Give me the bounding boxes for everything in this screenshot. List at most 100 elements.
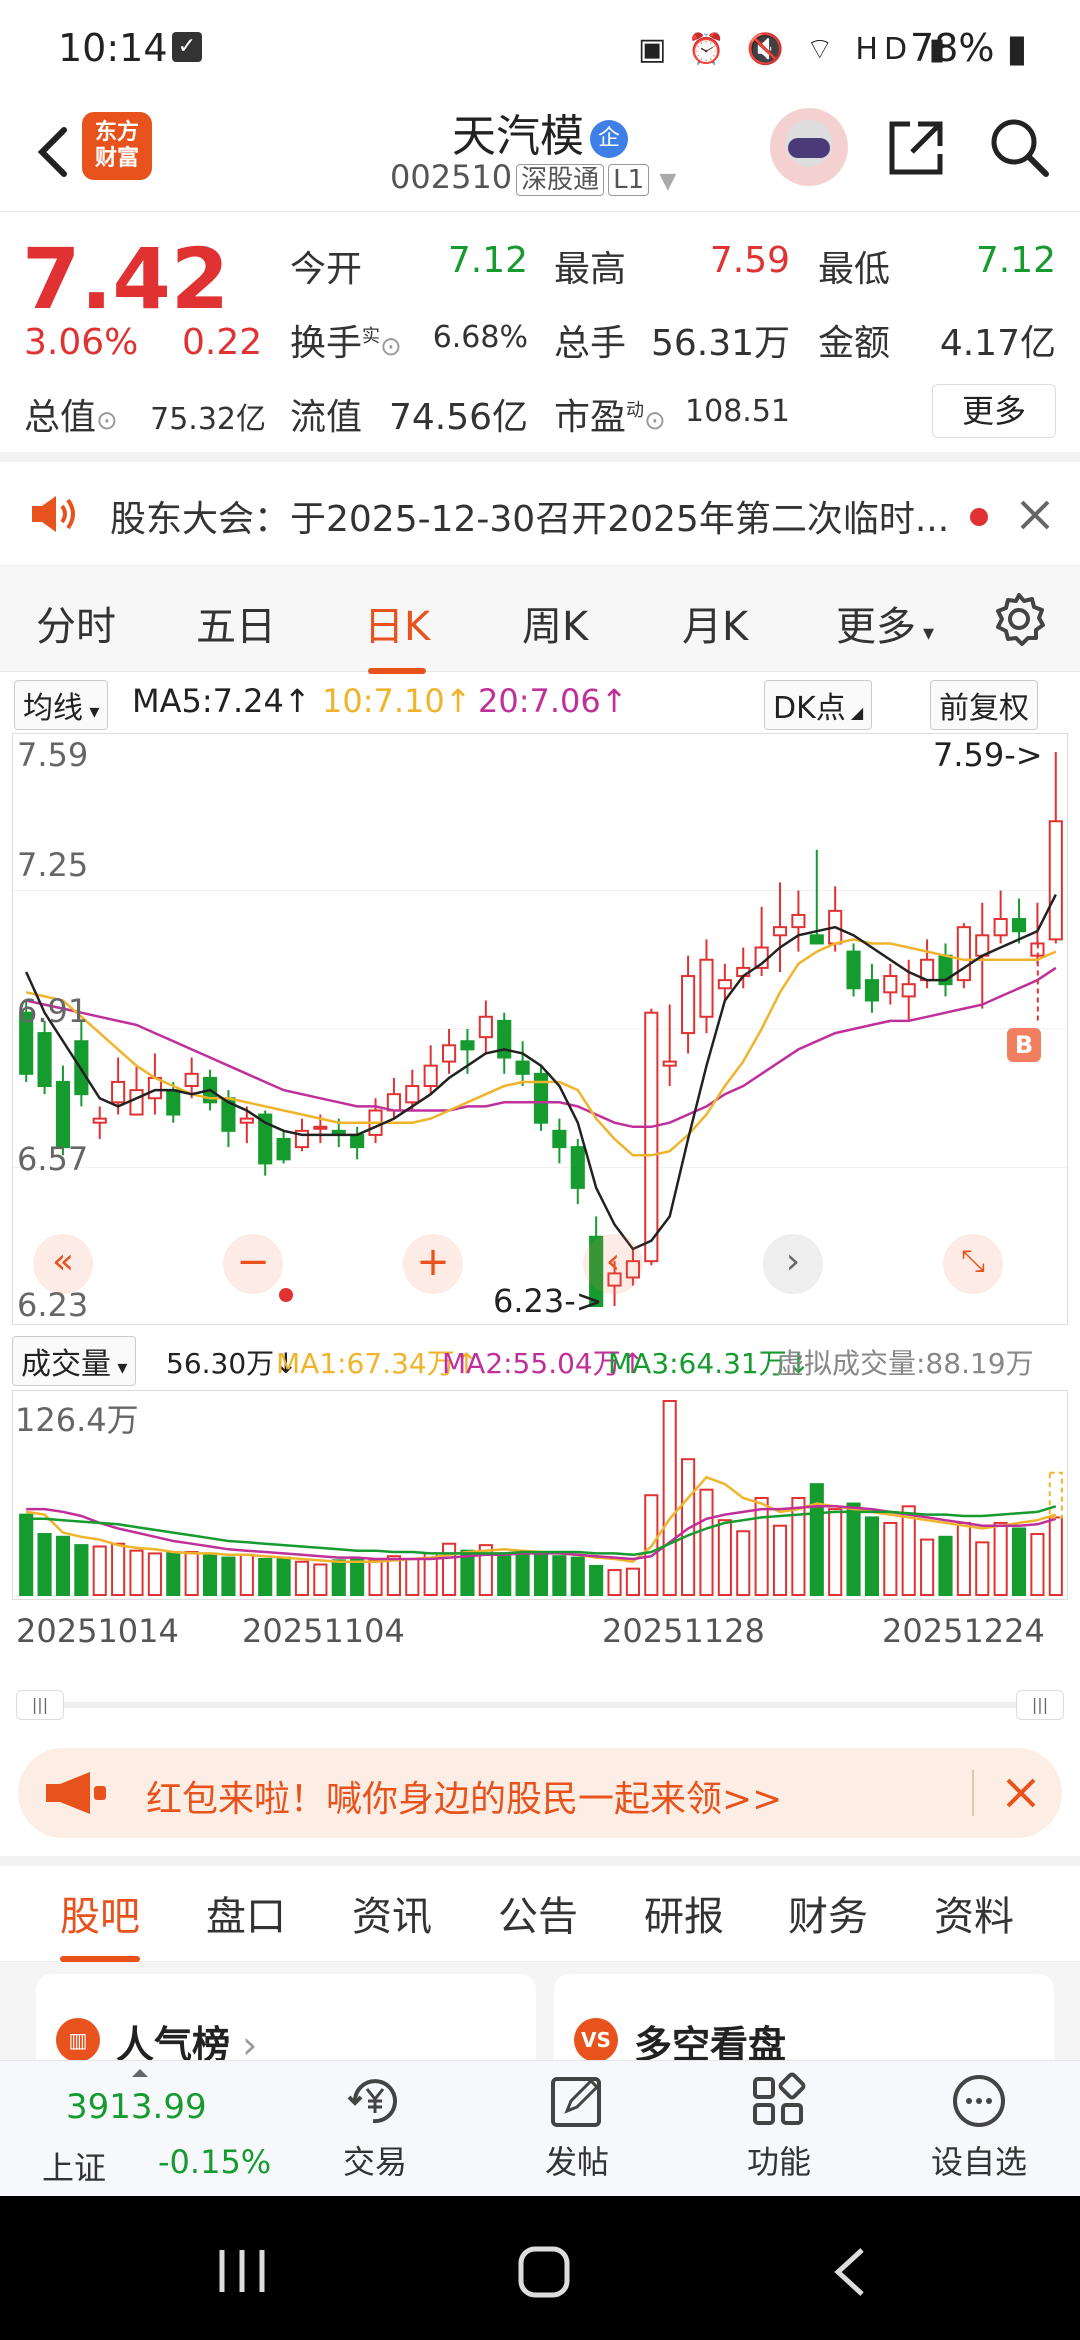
- status-bar: 10:14 ✓ ▣ ⏰ 🔇 ⌔ HD ▮ 78% ▮: [0, 0, 1080, 100]
- edit-icon: [551, 2077, 601, 2127]
- pe-label: 市盈动⊙: [554, 397, 666, 438]
- y-tick-label: 7.59: [17, 736, 89, 774]
- fullscreen-icon[interactable]: ⤡: [943, 1234, 1003, 1294]
- level-tag: L1: [608, 164, 650, 196]
- fast-backward-button[interactable]: «: [33, 1234, 93, 1294]
- tab-announcements[interactable]: 公告: [498, 1884, 578, 1942]
- date-label: 20251014: [16, 1612, 179, 1650]
- candle-body: [405, 1085, 420, 1104]
- scroll-left-button[interactable]: ‹: [583, 1234, 643, 1294]
- volume-bar: [662, 1400, 677, 1596]
- more-quote-button[interactable]: 更多: [932, 384, 1056, 438]
- vol-ma3-line: [26, 1505, 1057, 1557]
- volume-bar: [74, 1544, 89, 1597]
- volume-bar: [111, 1542, 126, 1597]
- tab-news[interactable]: 资讯: [352, 1884, 432, 1942]
- candle-body: [1011, 918, 1027, 933]
- candle-body: [37, 1032, 52, 1088]
- tab-research[interactable]: 研报: [644, 1884, 724, 1942]
- scroller-right-handle[interactable]: |||: [1016, 1690, 1064, 1720]
- volume-bar: [772, 1524, 788, 1596]
- volume-bar: [883, 1521, 898, 1596]
- volume-bar: [607, 1569, 622, 1597]
- candle-body: [699, 958, 714, 1018]
- chart-range-scroller[interactable]: ||| |||: [16, 1690, 1064, 1720]
- tab-guba[interactable]: 股吧: [60, 1884, 140, 1962]
- tab-more[interactable]: 更多 ▾: [836, 594, 934, 652]
- volume-bar: [717, 1519, 732, 1597]
- volume-bar: [754, 1497, 769, 1596]
- indicator-selector[interactable]: 均线 ▾: [14, 680, 109, 730]
- tab-monthly-k[interactable]: 月K: [682, 594, 748, 652]
- adjust-selector[interactable]: 前复权: [930, 680, 1038, 730]
- notice-bar[interactable]: 股东大会：于2025-12-30召开2025年第二次临时...: [0, 462, 1080, 566]
- search-icon[interactable]: [986, 114, 1052, 180]
- close-icon[interactable]: [1004, 1776, 1038, 1810]
- volume-bar: [221, 1556, 236, 1596]
- scroll-right-button[interactable]: ›: [763, 1234, 823, 1294]
- candle-body: [129, 1089, 144, 1116]
- index-name[interactable]: 上证: [42, 2143, 106, 2189]
- index-percent[interactable]: -0.15%: [158, 2143, 271, 2181]
- volume-bar: [1048, 1516, 1063, 1596]
- red-packet-banner[interactable]: 红包来啦！喊你身边的股民一起来领>>: [18, 1748, 1062, 1838]
- stock-code[interactable]: 002510 深股通 L1 ▼: [390, 158, 676, 196]
- volume-chart[interactable]: 126.4万: [12, 1390, 1068, 1600]
- candle-body: [92, 1117, 107, 1124]
- candle-body: [442, 1044, 457, 1063]
- buy-signal-marker[interactable]: B: [1007, 1028, 1041, 1062]
- candlestick-chart[interactable]: 7.59 7.25 6.91 6.57 6.23 7.59-> 6.23-> B…: [12, 733, 1068, 1325]
- tab-finance[interactable]: 财务: [788, 1884, 868, 1942]
- dk-point-selector[interactable]: DK点 ◢: [764, 680, 873, 730]
- volume-bar: [956, 1521, 971, 1596]
- indicator-dot: [279, 1288, 293, 1302]
- scroller-left-handle[interactable]: |||: [16, 1690, 64, 1720]
- change-amount: 0.22: [182, 322, 263, 363]
- nav-add-watchlist[interactable]: 设自选: [914, 2071, 1044, 2183]
- volume-bar: [846, 1502, 861, 1596]
- nav-functions[interactable]: 功能: [714, 2071, 844, 2183]
- gear-icon[interactable]: [992, 592, 1046, 646]
- grid-icon: [753, 2072, 806, 2125]
- volume-bar: [975, 1541, 990, 1596]
- volume-bar: [828, 1508, 843, 1596]
- candle-body: [276, 1137, 291, 1161]
- volume-indicator-selector[interactable]: 成交量 ▾: [12, 1336, 137, 1386]
- close-icon[interactable]: [1018, 498, 1052, 532]
- home-icon[interactable]: [516, 2244, 572, 2300]
- recent-apps-icon[interactable]: [212, 2246, 272, 2296]
- tab-profile[interactable]: 资料: [934, 1884, 1014, 1942]
- more-dots-icon: [953, 2075, 1005, 2127]
- nav-trade[interactable]: 交易: [310, 2071, 440, 2183]
- bull-bear-card[interactable]: VS 多空看盘: [554, 1974, 1054, 2074]
- index-value[interactable]: 3913.99: [66, 2087, 207, 2127]
- back-icon[interactable]: [826, 2244, 876, 2300]
- float-cap-value: 74.56亿: [388, 397, 528, 438]
- candle-body: [772, 926, 788, 937]
- open-label: 今开: [290, 249, 363, 290]
- assistant-avatar[interactable]: [770, 108, 848, 186]
- share-icon[interactable]: [884, 116, 948, 180]
- tab-weekly-k[interactable]: 周K: [522, 594, 588, 652]
- volume-bar: [92, 1545, 107, 1596]
- zoom-in-button[interactable]: +: [403, 1234, 463, 1294]
- enterprise-badge-icon: 企: [590, 120, 628, 158]
- tab-five-day[interactable]: 五日: [196, 594, 276, 652]
- volume-bar: [515, 1552, 530, 1597]
- expand-caret-icon[interactable]: [132, 2069, 148, 2077]
- candle-body: [184, 1072, 199, 1088]
- pe-value: 108.51: [685, 394, 790, 429]
- tab-intraday[interactable]: 分时: [36, 594, 116, 652]
- volume-bar: [19, 1513, 34, 1596]
- volume-bar: [1011, 1527, 1027, 1596]
- feature-cards: ▥ 人气榜 › VS 多空看盘: [0, 1962, 1080, 2074]
- nav-post[interactable]: 发帖: [512, 2071, 642, 2183]
- popularity-card[interactable]: ▥ 人气榜 ›: [36, 1974, 536, 2074]
- tab-order-book[interactable]: 盘口: [206, 1884, 286, 1942]
- tab-daily-k[interactable]: 日K: [364, 594, 430, 674]
- zoom-out-button[interactable]: −: [223, 1234, 283, 1294]
- turnover-value: 6.68%: [432, 320, 528, 355]
- high-label: 最高: [554, 249, 627, 290]
- date-label: 20251128: [602, 1612, 765, 1650]
- date-axis: 20251014 20251104 20251128 20251224: [0, 1612, 1080, 1652]
